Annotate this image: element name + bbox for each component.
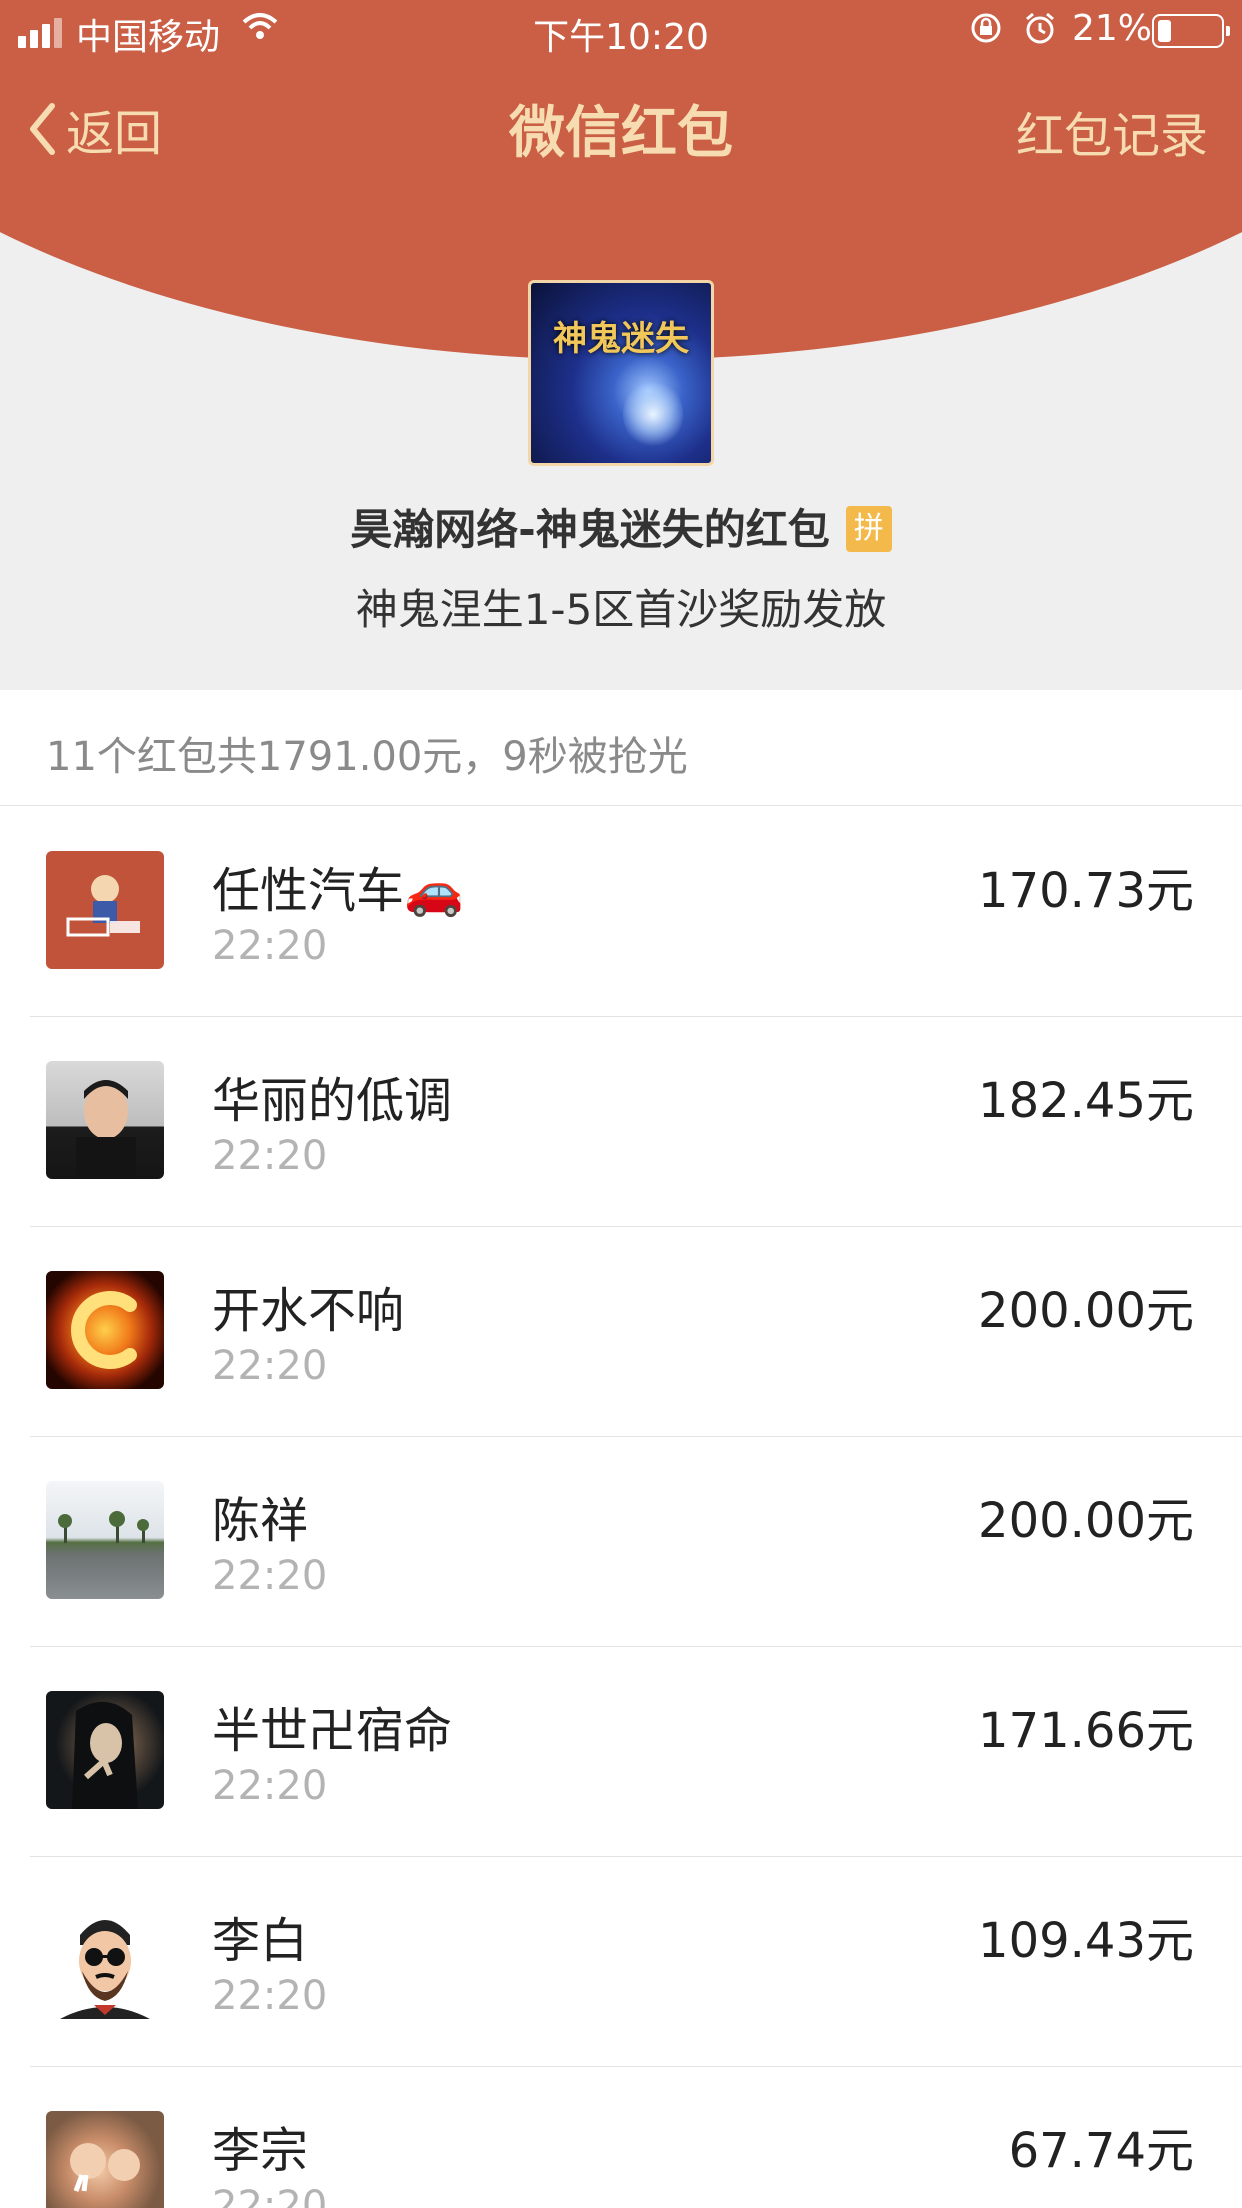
rotation-lock-icon: [968, 10, 1004, 55]
pin-badge: 拼: [845, 505, 892, 552]
recipient-name: 陈祥: [212, 1493, 309, 1549]
recipient-amount: 200.00元: [978, 1283, 1194, 1339]
sender-name: 昊瀚网络-神鬼迷失的红包: [350, 505, 830, 554]
recipient-amount: 67.74元: [1008, 2123, 1194, 2179]
chevron-left-icon: [30, 103, 55, 155]
back-label: 返回: [66, 106, 163, 162]
recipient-time: 22:20: [212, 1133, 328, 1179]
recipient-name: 半世卍宿命: [212, 1703, 453, 1759]
sender-line: 昊瀚网络-神鬼迷失的红包拼: [0, 496, 1242, 557]
avatar[interactable]: [46, 1481, 164, 1599]
recipient-amount: 170.73元: [978, 863, 1194, 919]
recipient-name: 任性汽车🚗: [212, 863, 464, 919]
blessing-text: 神鬼涅生1-5区首沙奖励发放: [355, 585, 887, 634]
avatar[interactable]: [46, 1271, 164, 1389]
recipient-row[interactable]: 李宗 22:20 67.74元: [0, 2067, 1242, 2208]
records-button[interactable]: 红包记录: [1016, 96, 1208, 166]
recipient-time: 22:20: [212, 1973, 328, 2019]
logo-glow: [623, 379, 683, 449]
battery-icon: [1152, 14, 1230, 48]
recipient-name: 李白: [212, 1913, 309, 1969]
back-button[interactable]: 返回: [28, 94, 162, 164]
recipient-amount: 200.00元: [978, 1493, 1194, 1549]
avatar[interactable]: [46, 2111, 164, 2208]
summary-bar: 11个红包共1791.00元，9秒被抢光: [0, 690, 1242, 806]
battery-percent: 21%: [1072, 8, 1153, 49]
recipient-row[interactable]: 开水不响 22:20 200.00元: [0, 1227, 1242, 1437]
recipient-time: 22:20: [212, 2183, 328, 2208]
summary-text: 11个红包共1791.00元，9秒被抢光: [46, 734, 688, 780]
recipient-row[interactable]: 任性汽车🚗 22:20 170.73元: [0, 807, 1242, 1017]
recipient-name: 开水不响: [212, 1283, 405, 1339]
recipient-time: 22:20: [212, 1763, 328, 1809]
recipient-name: 李宗: [212, 2123, 309, 2179]
recipient-time: 22:20: [212, 1553, 328, 1599]
recipient-row[interactable]: 陈祥 22:20 200.00元: [0, 1437, 1242, 1647]
recipient-list: 任性汽车🚗 22:20 170.73元 华丽的低调 22:20 182.45元 …: [0, 807, 1242, 2208]
sender-logo: 神鬼迷失: [528, 280, 714, 466]
logo-text: 神鬼迷失: [553, 319, 689, 359]
avatar[interactable]: [46, 1061, 164, 1179]
recipient-time: 22:20: [212, 1343, 328, 1389]
recipient-time: 22:20: [212, 923, 328, 969]
recipient-amount: 171.66元: [978, 1703, 1194, 1759]
avatar[interactable]: [46, 1691, 164, 1809]
recipient-row[interactable]: 李白 22:20 109.43元: [0, 1857, 1242, 2067]
avatar[interactable]: [46, 851, 164, 969]
nav-bar: 返回 微信红包 红包记录: [0, 80, 1242, 176]
recipient-row[interactable]: 半世卍宿命 22:20 171.66元: [0, 1647, 1242, 1857]
avatar[interactable]: [46, 1901, 164, 2019]
alarm-icon: [1022, 10, 1058, 55]
battery-fill: [1158, 20, 1171, 42]
recipient-amount: 182.45元: [978, 1073, 1194, 1129]
recipient-row[interactable]: 华丽的低调 22:20 182.45元: [0, 1017, 1242, 1227]
status-bar: 中国移动 下午10:20 21%: [0, 0, 1242, 62]
recipient-amount: 109.43元: [978, 1913, 1194, 1969]
recipient-name: 华丽的低调: [212, 1073, 453, 1129]
